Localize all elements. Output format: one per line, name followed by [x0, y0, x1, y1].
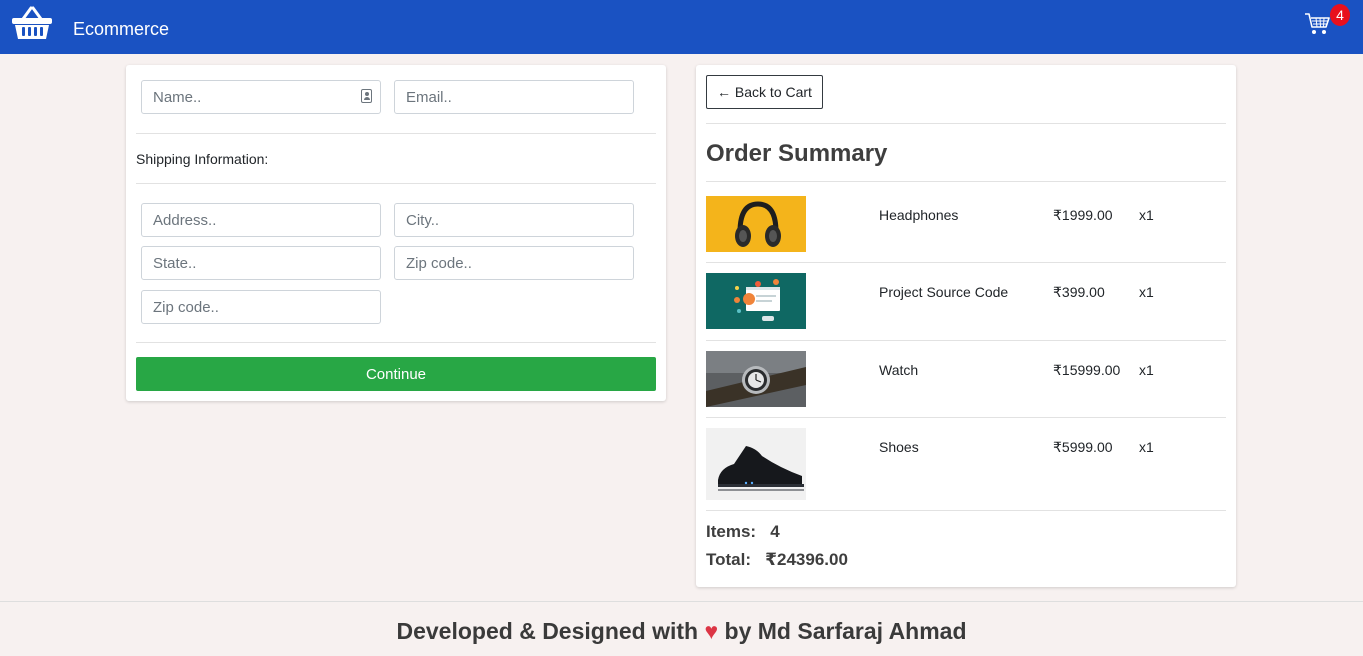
- cart-count-badge: 4: [1330, 4, 1350, 26]
- shopping-basket-icon[interactable]: [11, 6, 53, 40]
- address-input[interactable]: [141, 203, 381, 237]
- email-input[interactable]: [394, 80, 634, 114]
- order-item-row: Project Source Code ₹399.00 x1: [706, 273, 1226, 329]
- city-input[interactable]: [394, 203, 634, 237]
- divider: [706, 123, 1226, 124]
- back-to-cart-button[interactable]: ← Back to Cart: [706, 75, 823, 109]
- items-count: Items: 4: [706, 522, 780, 541]
- state-input[interactable]: [141, 246, 381, 280]
- project-source-code-image: [706, 273, 806, 329]
- order-item-row: Headphones ₹1999.00 x1: [706, 196, 1226, 252]
- divider: [706, 181, 1226, 182]
- divider: [136, 183, 656, 184]
- watch-image: [706, 351, 806, 407]
- item-quantity: x1: [1139, 284, 1154, 300]
- brand-name[interactable]: Ecommerce: [73, 19, 169, 40]
- item-name: Watch: [879, 362, 919, 378]
- divider: [706, 510, 1226, 511]
- divider: [706, 417, 1226, 418]
- item-price: ₹15999.00: [1053, 362, 1121, 378]
- item-price: ₹1999.00: [1053, 207, 1113, 223]
- heart-icon: ♥: [704, 618, 719, 644]
- item-price: ₹399.00: [1053, 284, 1105, 300]
- item-name: Shoes: [879, 439, 919, 455]
- item-quantity: x1: [1139, 439, 1154, 455]
- footer-text-after: by Md Sarfaraj Ahmad: [718, 618, 967, 644]
- divider: [136, 133, 656, 134]
- shipping-info-label: Shipping Information:: [136, 151, 269, 167]
- zip-code-input-2[interactable]: [141, 290, 381, 324]
- order-summary-card: ← Back to Cart Order Summary Headphones …: [696, 65, 1236, 587]
- navbar: Ecommerce 4: [0, 0, 1363, 54]
- shoes-image: [706, 428, 806, 500]
- divider: [136, 342, 656, 343]
- item-quantity: x1: [1139, 207, 1154, 223]
- order-item-row: Watch ₹15999.00 x1: [706, 351, 1226, 407]
- order-summary-title: Order Summary: [706, 140, 888, 167]
- name-input[interactable]: [141, 80, 381, 114]
- footer-text-before: Developed & Designed with: [396, 618, 705, 644]
- divider: [706, 262, 1226, 263]
- item-name: Project Source Code: [879, 284, 1009, 300]
- divider: [706, 340, 1226, 341]
- continue-button[interactable]: Continue: [136, 357, 656, 391]
- footer-divider: [0, 601, 1363, 602]
- zip-code-input[interactable]: [394, 246, 634, 280]
- item-price: ₹5999.00: [1053, 439, 1113, 455]
- shopping-cart-icon[interactable]: [1304, 12, 1330, 36]
- footer-credit: Developed & Designed with ♥ by Md Sarfar…: [0, 618, 1363, 645]
- order-item-row: Shoes ₹5999.00 x1: [706, 428, 1226, 500]
- item-name: Headphones: [879, 207, 959, 223]
- contact-card-icon: [361, 89, 372, 103]
- headphones-image: [706, 196, 806, 252]
- checkout-form-card: Shipping Information: Continue: [126, 65, 666, 401]
- order-total: Total: ₹24396.00: [706, 550, 848, 569]
- item-quantity: x1: [1139, 362, 1154, 378]
